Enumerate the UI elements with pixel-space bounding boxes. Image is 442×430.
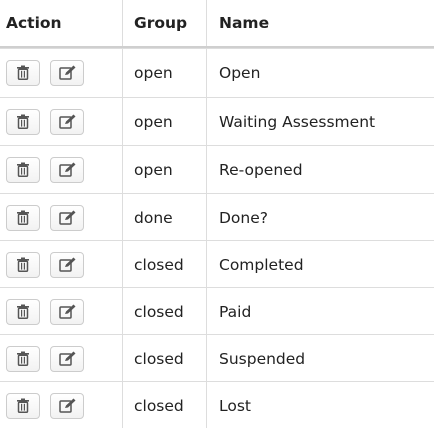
group-cell: done	[134, 208, 173, 227]
edit-button[interactable]	[50, 345, 84, 372]
row-actions	[6, 382, 120, 429]
group-cell: open	[134, 112, 173, 131]
edit-icon	[58, 162, 76, 177]
edit-button[interactable]	[50, 59, 84, 86]
delete-button[interactable]	[6, 108, 40, 135]
row-actions	[6, 49, 120, 96]
trash-icon	[16, 398, 30, 413]
group-cell: closed	[134, 396, 184, 415]
delete-button[interactable]	[6, 156, 40, 183]
delete-button[interactable]	[6, 298, 40, 325]
group-cell: closed	[134, 349, 184, 368]
row-actions	[6, 146, 120, 193]
header-action: Action	[6, 14, 62, 32]
header-group: Group	[134, 14, 188, 32]
table-row: closed Suspended	[0, 334, 434, 382]
delete-button[interactable]	[6, 392, 40, 419]
trash-icon	[16, 257, 30, 272]
delete-button[interactable]	[6, 59, 40, 86]
edit-button[interactable]	[50, 204, 84, 231]
row-actions	[6, 241, 120, 288]
edit-icon	[58, 398, 76, 413]
row-actions	[6, 335, 120, 382]
table-row: open Re-opened	[0, 145, 434, 193]
group-cell: open	[134, 160, 173, 179]
edit-button[interactable]	[50, 108, 84, 135]
trash-icon	[16, 65, 30, 80]
group-cell: closed	[134, 302, 184, 321]
delete-button[interactable]	[6, 204, 40, 231]
edit-icon	[58, 210, 76, 225]
table-row: open Waiting Assessment	[0, 97, 434, 145]
edit-button[interactable]	[50, 251, 84, 278]
header-name: Name	[219, 14, 270, 32]
name-cell: Re-opened	[219, 160, 303, 179]
trash-icon	[16, 351, 30, 366]
row-actions	[6, 288, 120, 335]
table-row: done Done?	[0, 193, 434, 241]
name-cell: Done?	[219, 208, 269, 227]
edit-icon	[58, 114, 76, 129]
name-cell: Completed	[219, 255, 304, 274]
table-row: closed Completed	[0, 240, 434, 288]
delete-button[interactable]	[6, 345, 40, 372]
name-cell: Suspended	[219, 349, 306, 368]
edit-button[interactable]	[50, 298, 84, 325]
trash-icon	[16, 304, 30, 319]
trash-icon	[16, 210, 30, 225]
trash-icon	[16, 162, 30, 177]
delete-button[interactable]	[6, 251, 40, 278]
table-row: closed Lost	[0, 381, 434, 429]
table-row: open Open	[0, 48, 434, 96]
name-cell: Paid	[219, 302, 252, 321]
name-cell: Waiting Assessment	[219, 112, 376, 131]
name-cell: Open	[219, 63, 261, 82]
edit-icon	[58, 351, 76, 366]
table-header-row: Action Group Name	[0, 0, 434, 48]
status-table: Action Group Name open Open open Waiting As…	[0, 0, 434, 428]
group-cell: open	[134, 63, 173, 82]
row-actions	[6, 98, 120, 145]
table-row: closed Paid	[0, 287, 434, 335]
name-cell: Lost	[219, 396, 251, 415]
group-cell: closed	[134, 255, 184, 274]
trash-icon	[16, 114, 30, 129]
edit-button[interactable]	[50, 156, 84, 183]
edit-icon	[58, 257, 76, 272]
row-actions	[6, 194, 120, 241]
edit-icon	[58, 65, 76, 80]
edit-icon	[58, 304, 76, 319]
edit-button[interactable]	[50, 392, 84, 419]
